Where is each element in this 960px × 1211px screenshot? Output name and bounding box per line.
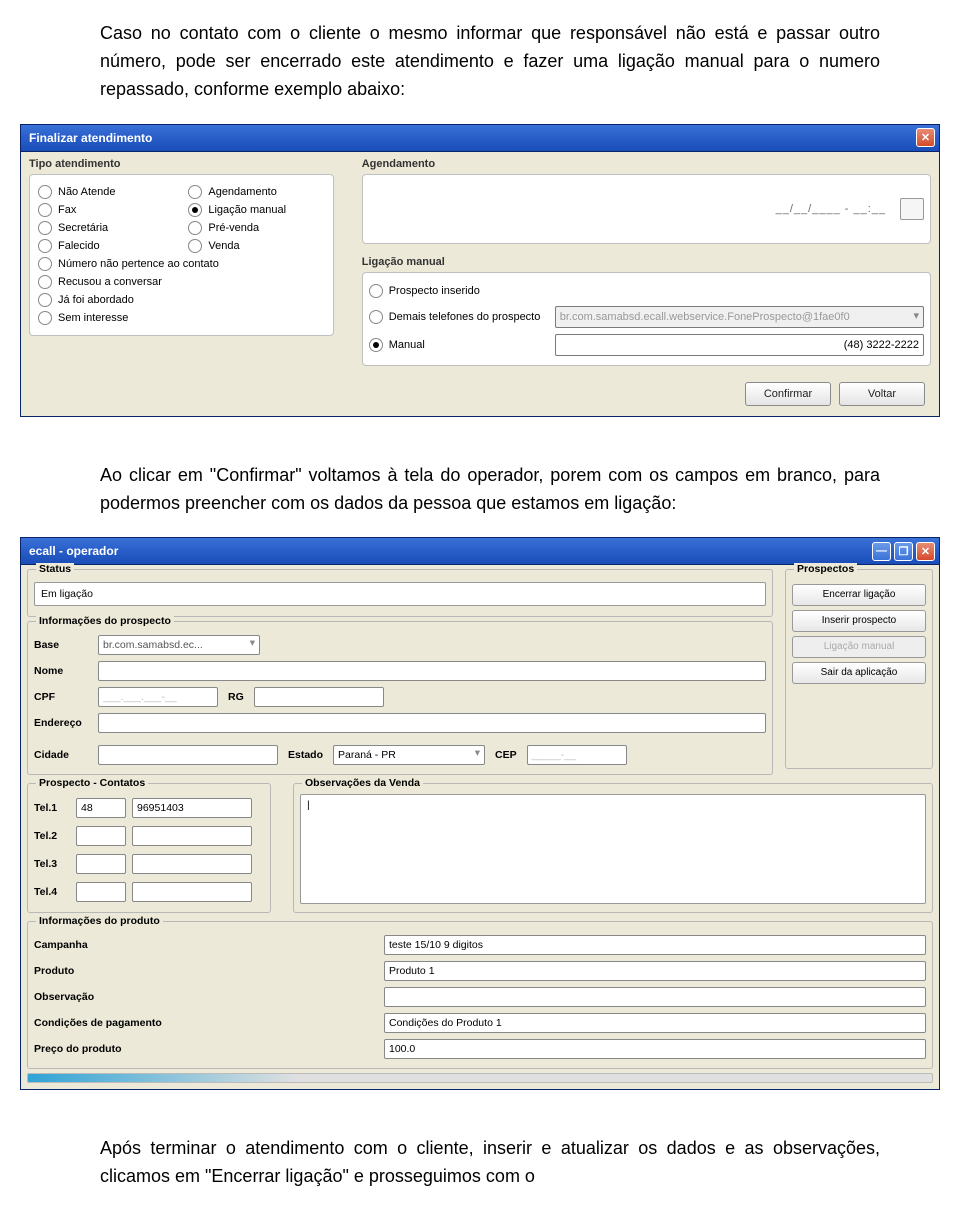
prod-row-observacao: Observação (34, 984, 926, 1010)
tel1-ddd-input[interactable]: 48 (76, 798, 126, 818)
dialog-finalizar-atendimento: Finalizar atendimento ✕ Tipo atendimento… (20, 124, 940, 417)
group-observacoes: Observações da Venda | (293, 783, 933, 913)
tel1-num-input[interactable]: 96951403 (132, 798, 252, 818)
radio-numero-nao-pertence[interactable]: Número não pertence ao contato (38, 255, 325, 273)
tel3-row: Tel.3 (34, 850, 264, 878)
prod-row-preco: Preço do produto 100.0 (34, 1036, 926, 1062)
label-info-prospecto: Informações do prospecto (36, 615, 174, 627)
ligacao-manual-button: Ligação manual (792, 636, 926, 658)
label-nome: Nome (34, 665, 92, 677)
tel3-ddd-input[interactable] (76, 854, 126, 874)
tel2-ddd-input[interactable] (76, 826, 126, 846)
panel-tipo: Não Atende Agendamento Fax Ligação manua… (29, 174, 334, 336)
label-ligacao-manual: Ligação manual (362, 250, 939, 270)
operator-titlebar: ecall - operador — ❐ ✕ (21, 538, 939, 565)
agendamento-button[interactable] (900, 198, 924, 220)
maximize-icon[interactable]: ❐ (894, 542, 913, 561)
radio-nao-atende[interactable]: Não Atende (38, 183, 174, 201)
group-prospectos: Prospectos Encerrar ligação Inserir pros… (785, 569, 933, 769)
close-window-icon[interactable]: ✕ (916, 542, 935, 561)
label-info-produto: Informações do produto (36, 915, 163, 927)
radio-fax[interactable]: Fax (38, 201, 174, 219)
estado-select[interactable]: Paraná - PR (333, 745, 485, 765)
sair-aplicacao-button[interactable]: Sair da aplicação (792, 662, 926, 684)
label-endereco: Endereço (34, 717, 92, 729)
window-ecall-operador: ecall - operador — ❐ ✕ Status Em ligação… (20, 537, 940, 1090)
label-agendamento: Agendamento (362, 152, 939, 172)
observacao-value (384, 987, 926, 1007)
prod-row-condicoes: Condições de pagamento Condições do Prod… (34, 1010, 926, 1036)
label-cpf: CPF (34, 691, 92, 703)
label-status: Status (36, 563, 74, 575)
radio-agendamento[interactable]: Agendamento (188, 183, 324, 201)
tel4-ddd-input[interactable] (76, 882, 126, 902)
group-info-produto: Informações do produto Campanha teste 15… (27, 921, 933, 1069)
status-value: Em ligação (34, 582, 766, 606)
operator-title: ecall - operador (29, 544, 118, 558)
back-button[interactable]: Voltar (839, 382, 925, 406)
condicoes-value: Condições do Produto 1 (384, 1013, 926, 1033)
agendamento-mask[interactable]: __/__/____ - __:__ (776, 203, 894, 215)
label-observacoes: Observações da Venda (302, 777, 423, 789)
radio-ja-abordado[interactable]: Já foi abordado (38, 291, 325, 309)
doc-paragraph-2: Ao clicar em "Confirmar" voltamos à tela… (0, 442, 960, 538)
prod-row-campanha: Campanha teste 15/10 9 digitos (34, 932, 926, 958)
radio-falecido[interactable]: Falecido (38, 237, 174, 255)
base-select[interactable]: br.com.samabsd.ec... (98, 635, 260, 655)
tel2-num-input[interactable] (132, 826, 252, 846)
produto-value: Produto 1 (384, 961, 926, 981)
tel4-row: Tel.4 (34, 878, 264, 906)
encerrar-ligacao-button[interactable]: Encerrar ligação (792, 584, 926, 606)
panel-ligacao-manual: Prospecto inserido Demais telefones do p… (362, 272, 931, 366)
panel-agendamento: __/__/____ - __:__ (362, 174, 931, 244)
tel4-num-input[interactable] (132, 882, 252, 902)
label-prospectos: Prospectos (794, 563, 857, 575)
preco-value: 100.0 (384, 1039, 926, 1059)
label-rg: RG (224, 691, 248, 703)
label-cidade: Cidade (34, 749, 92, 761)
radio-secretaria[interactable]: Secretária (38, 219, 174, 237)
tel2-row: Tel.2 (34, 822, 264, 850)
doc-paragraph-3: Após terminar o atendimento com o client… (0, 1115, 960, 1211)
radio-prospecto-inserido[interactable]: Prospecto inserido (369, 282, 549, 300)
doc-paragraph-1: Caso no contato com o cliente o mesmo in… (0, 0, 960, 124)
radio-pre-venda[interactable]: Pré-venda (188, 219, 324, 237)
nome-input[interactable] (98, 661, 766, 681)
rg-input[interactable] (254, 687, 384, 707)
radio-recusou-conversar[interactable]: Recusou a conversar (38, 273, 325, 291)
tel3-num-input[interactable] (132, 854, 252, 874)
label-estado: Estado (284, 749, 327, 761)
confirm-button[interactable]: Confirmar (745, 382, 831, 406)
bottom-strip (27, 1073, 933, 1083)
group-contatos: Prospecto - Contatos Tel.1 48 96951403 T… (27, 783, 271, 913)
radio-venda[interactable]: Venda (188, 237, 324, 255)
label-base: Base (34, 639, 92, 651)
demais-telefones-select[interactable]: br.com.samabsd.ecall.webservice.FonePros… (555, 306, 924, 328)
label-contatos: Prospecto - Contatos (36, 777, 148, 789)
label-cep: CEP (491, 749, 521, 761)
cpf-input[interactable]: ___.___.___-__ (98, 687, 218, 707)
cep-input[interactable]: _____-__ (527, 745, 627, 765)
group-info-prospecto: Informações do prospecto Base br.com.sam… (27, 621, 773, 775)
endereco-input[interactable] (98, 713, 766, 733)
dialog-titlebar: Finalizar atendimento ✕ (21, 125, 939, 152)
campanha-value: teste 15/10 9 digitos (384, 935, 926, 955)
observacoes-textarea[interactable]: | (300, 794, 926, 904)
label-tipo-atendimento: Tipo atendimento (21, 152, 342, 172)
group-status: Status Em ligação (27, 569, 773, 617)
prod-row-produto: Produto Produto 1 (34, 958, 926, 984)
manual-number-input[interactable]: (48) 3222-2222 (555, 334, 924, 356)
cidade-input[interactable] (98, 745, 278, 765)
inserir-prospecto-button[interactable]: Inserir prospecto (792, 610, 926, 632)
tel1-row: Tel.1 48 96951403 (34, 794, 264, 822)
dialog-title: Finalizar atendimento (29, 131, 152, 145)
radio-ligacao-manual[interactable]: Ligação manual (188, 201, 324, 219)
radio-demais-telefones[interactable]: Demais telefones do prospecto (369, 308, 549, 326)
close-icon[interactable]: ✕ (916, 128, 935, 147)
radio-manual[interactable]: Manual (369, 336, 549, 354)
radio-sem-interesse[interactable]: Sem interesse (38, 309, 325, 327)
minimize-icon[interactable]: — (872, 542, 891, 561)
